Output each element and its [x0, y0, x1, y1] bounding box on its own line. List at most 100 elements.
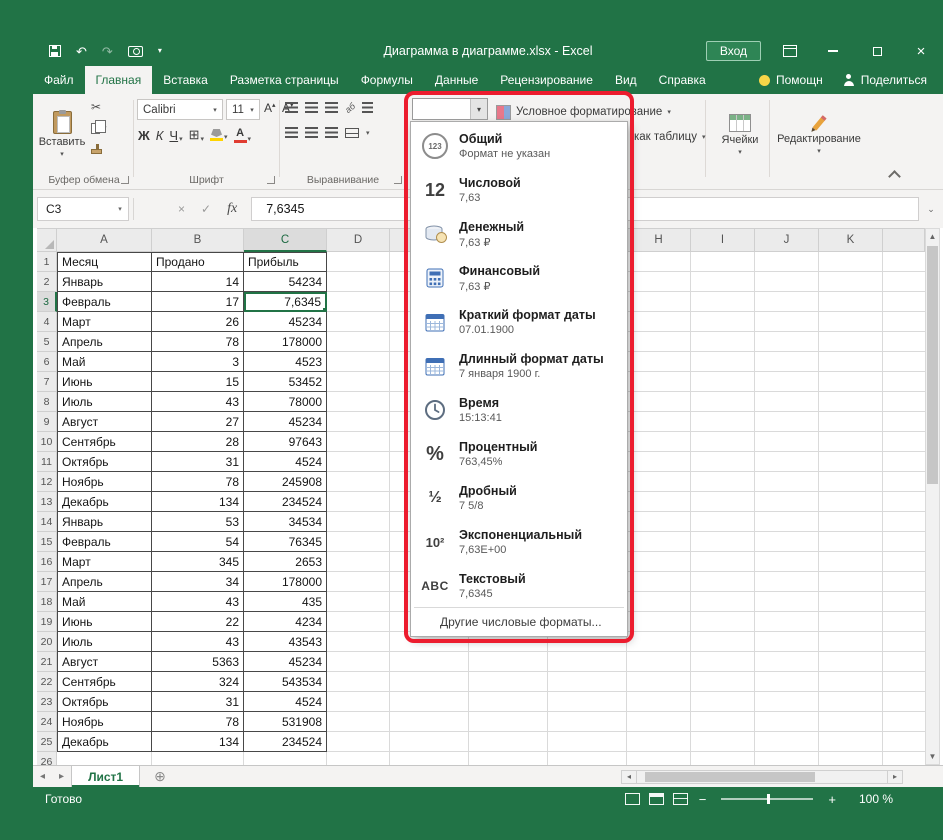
cell-b14[interactable]: 53	[152, 512, 244, 532]
cell-c20[interactable]: 43543	[244, 632, 327, 652]
cell-b15[interactable]: 54	[152, 532, 244, 552]
cell-g24[interactable]	[548, 712, 627, 732]
row-header-20[interactable]: 20	[37, 632, 57, 652]
cell-i12[interactable]	[691, 472, 755, 492]
cell-i3[interactable]	[691, 292, 755, 312]
row-header-12[interactable]: 12	[37, 472, 57, 492]
cell-a1[interactable]: Месяц	[57, 252, 152, 272]
cell-b9[interactable]: 27	[152, 412, 244, 432]
login-button[interactable]: Вход	[706, 41, 761, 61]
row-header-9[interactable]: 9	[37, 412, 57, 432]
cell-d18[interactable]	[327, 592, 390, 612]
cell-h24[interactable]	[627, 712, 691, 732]
collapse-ribbon-chevron-icon[interactable]	[888, 170, 901, 183]
cell-j26[interactable]	[755, 752, 819, 765]
cell-j17[interactable]	[755, 572, 819, 592]
cell-b12[interactable]: 78	[152, 472, 244, 492]
underline-button[interactable]: Ч▾	[169, 128, 182, 143]
cell-j12[interactable]	[755, 472, 819, 492]
cell-f24[interactable]	[469, 712, 548, 732]
cell-b1[interactable]: Продано	[152, 252, 244, 272]
cell-b24[interactable]: 78	[152, 712, 244, 732]
cell-j2[interactable]	[755, 272, 819, 292]
cell-c4[interactable]: 45234	[244, 312, 327, 332]
row-header-22[interactable]: 22	[37, 672, 57, 692]
number-format-caret-icon[interactable]: ▾	[470, 99, 487, 119]
cell-j7[interactable]	[755, 372, 819, 392]
maximize-button[interactable]	[855, 36, 899, 66]
cell-c2[interactable]: 54234	[244, 272, 327, 292]
cell-k22[interactable]	[819, 672, 883, 692]
cell-d19[interactable]	[327, 612, 390, 632]
ribbon-tab-7[interactable]: Рецензирование	[489, 66, 604, 94]
cell-h18[interactable]	[627, 592, 691, 612]
row-header-26[interactable]: 26	[37, 752, 57, 765]
cell-h22[interactable]	[627, 672, 691, 692]
cell-g22[interactable]	[548, 672, 627, 692]
orientation-icon[interactable]: аб	[343, 100, 357, 114]
cell-c17[interactable]: 178000	[244, 572, 327, 592]
cell-c22[interactable]: 543534	[244, 672, 327, 692]
cell-b11[interactable]: 31	[152, 452, 244, 472]
name-box[interactable]: C3 ▾	[37, 197, 129, 221]
share-button[interactable]: Поделиться	[843, 73, 927, 87]
cell-k8[interactable]	[819, 392, 883, 412]
cell-k2[interactable]	[819, 272, 883, 292]
row-header-14[interactable]: 14	[37, 512, 57, 532]
format-painter-button[interactable]	[91, 142, 107, 156]
cell-j23[interactable]	[755, 692, 819, 712]
cell-i22[interactable]	[691, 672, 755, 692]
cell-i7[interactable]	[691, 372, 755, 392]
zoom-level[interactable]: 100 %	[859, 792, 893, 806]
font-size-select[interactable]: 11 ▾	[226, 99, 260, 120]
cell-d13[interactable]	[327, 492, 390, 512]
cell-a21[interactable]: Август	[57, 652, 152, 672]
cell-b22[interactable]: 324	[152, 672, 244, 692]
cell-c6[interactable]: 4523	[244, 352, 327, 372]
customize-qat-icon[interactable]: ▾	[158, 47, 162, 55]
copy-button[interactable]: ▾	[91, 121, 107, 135]
cell-c3[interactable]: 7,6345	[244, 292, 327, 312]
cell-h14[interactable]	[627, 512, 691, 532]
cell-j20[interactable]	[755, 632, 819, 652]
zoom-slider[interactable]	[721, 798, 813, 800]
cell-j21[interactable]	[755, 652, 819, 672]
row-header-1[interactable]: 1	[37, 252, 57, 272]
cell-d11[interactable]	[327, 452, 390, 472]
cell-j13[interactable]	[755, 492, 819, 512]
cell-i8[interactable]	[691, 392, 755, 412]
borders-button[interactable]: ⊞▾	[189, 127, 204, 143]
row-header-25[interactable]: 25	[37, 732, 57, 752]
ribbon-tab-5[interactable]: Формулы	[350, 66, 424, 94]
cell-k24[interactable]	[819, 712, 883, 732]
normal-view-icon[interactable]	[625, 793, 640, 805]
cell-a14[interactable]: Январь	[57, 512, 152, 532]
scroll-down-icon[interactable]: ▼	[926, 749, 939, 764]
cell-j18[interactable]	[755, 592, 819, 612]
cell-j24[interactable]	[755, 712, 819, 732]
cell-c7[interactable]: 53452	[244, 372, 327, 392]
menu-item-scientific[interactable]: 10²Экспоненциальный7,63E+00	[411, 520, 627, 564]
cell-a3[interactable]: Февраль	[57, 292, 152, 312]
redo-icon[interactable]: ↷	[102, 45, 113, 58]
cell-i16[interactable]	[691, 552, 755, 572]
cell-c14[interactable]: 34534	[244, 512, 327, 532]
row-header-17[interactable]: 17	[37, 572, 57, 592]
cell-a24[interactable]: Ноябрь	[57, 712, 152, 732]
cell-d21[interactable]	[327, 652, 390, 672]
cell-a9[interactable]: Август	[57, 412, 152, 432]
cell-i23[interactable]	[691, 692, 755, 712]
add-sheet-icon[interactable]: ⊕	[154, 768, 166, 785]
cell-j8[interactable]	[755, 392, 819, 412]
cell-e25[interactable]	[390, 732, 469, 752]
cell-c11[interactable]: 4524	[244, 452, 327, 472]
cell-d16[interactable]	[327, 552, 390, 572]
cell-i14[interactable]	[691, 512, 755, 532]
ribbon-tab-2[interactable]: Главная	[85, 66, 153, 94]
menu-item-fraction[interactable]: ½Дробный7 5/8	[411, 476, 627, 520]
cell-j1[interactable]	[755, 252, 819, 272]
ribbon-display-options-icon[interactable]	[783, 45, 797, 57]
cell-b25[interactable]: 134	[152, 732, 244, 752]
cell-i21[interactable]	[691, 652, 755, 672]
cell-j11[interactable]	[755, 452, 819, 472]
